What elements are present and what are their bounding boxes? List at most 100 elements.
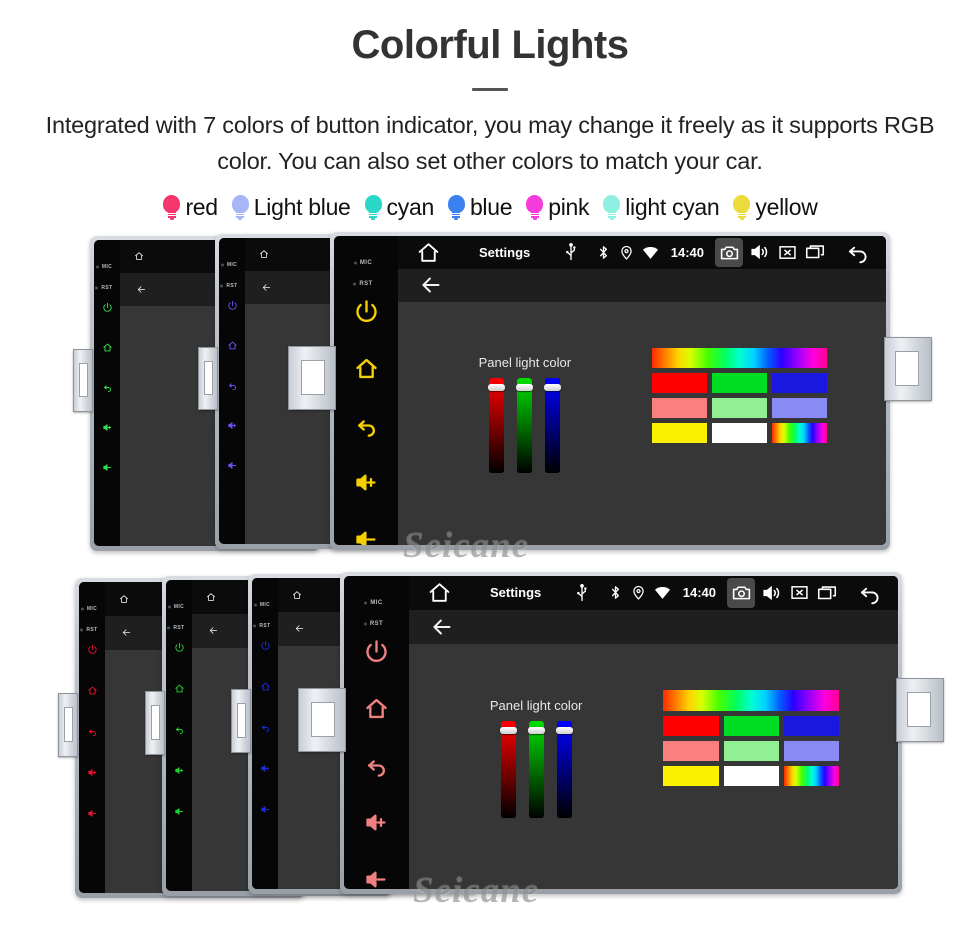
blue-slider[interactable] xyxy=(555,720,573,818)
swatch-lightgreen[interactable] xyxy=(723,741,779,762)
green-slider[interactable] xyxy=(516,378,534,474)
recents-icon[interactable] xyxy=(816,582,838,604)
close-box-icon[interactable] xyxy=(777,242,798,263)
home-button[interactable] xyxy=(174,683,185,694)
touch-screen[interactable]: Settings 14:40 Panel light color xyxy=(409,575,898,889)
red-slider[interactable] xyxy=(488,378,506,474)
spectrum-bar[interactable] xyxy=(663,690,840,712)
touch-screen[interactable]: Settings 14:40 Panel light color xyxy=(398,235,886,545)
home-button[interactable] xyxy=(363,695,390,722)
volume-down-button[interactable] xyxy=(363,866,390,889)
power-button[interactable] xyxy=(363,638,390,665)
slider-thumb[interactable] xyxy=(544,383,562,391)
swatch-salmon[interactable] xyxy=(663,741,719,762)
close-box-icon[interactable] xyxy=(789,582,810,603)
swatch-periwinkle[interactable] xyxy=(783,741,840,762)
volume-up-button[interactable] xyxy=(363,809,390,836)
volume-down-button[interactable] xyxy=(227,460,238,471)
location-icon xyxy=(618,244,635,261)
volume-up-button[interactable] xyxy=(353,469,380,496)
swatch-rainbow[interactable] xyxy=(772,423,828,443)
swatch-periwinkle[interactable] xyxy=(772,398,828,418)
back-arrow-icon[interactable] xyxy=(294,623,305,634)
home-icon[interactable] xyxy=(119,594,129,604)
home-button[interactable] xyxy=(260,681,271,692)
swatch-white[interactable] xyxy=(711,423,768,443)
blue-slider[interactable] xyxy=(544,378,562,474)
slider-thumb[interactable] xyxy=(516,383,534,391)
power-button[interactable] xyxy=(174,642,185,653)
volume-up-button[interactable] xyxy=(227,420,238,431)
red-slider[interactable] xyxy=(499,720,517,818)
home-icon[interactable] xyxy=(416,240,441,265)
home-icon[interactable] xyxy=(427,580,452,605)
volume-up-button[interactable] xyxy=(260,763,271,774)
home-button[interactable] xyxy=(353,355,380,382)
speaker-icon[interactable] xyxy=(749,241,771,263)
power-button[interactable] xyxy=(260,640,271,651)
swatch-blue[interactable] xyxy=(772,373,828,393)
slider-thumb[interactable] xyxy=(527,726,545,734)
volume-up-button[interactable] xyxy=(102,422,113,433)
home-icon[interactable] xyxy=(206,592,216,602)
back-arrow-icon[interactable] xyxy=(208,625,219,636)
reset-label: RST xyxy=(86,626,98,633)
back-button[interactable] xyxy=(227,380,238,391)
swatch-blue[interactable] xyxy=(783,716,840,737)
slider-track xyxy=(545,378,561,474)
back-arrow-icon[interactable] xyxy=(136,284,147,295)
volume-up-button[interactable] xyxy=(87,767,98,778)
home-button[interactable] xyxy=(87,685,98,696)
back-arrow-icon[interactable] xyxy=(845,239,871,265)
back-button[interactable] xyxy=(260,722,271,733)
home-icon[interactable] xyxy=(259,249,269,259)
home-button[interactable] xyxy=(102,342,113,353)
camera-icon xyxy=(719,242,740,263)
back-arrow-icon[interactable] xyxy=(121,627,132,638)
back-button[interactable] xyxy=(174,724,185,735)
volume-down-button[interactable] xyxy=(174,806,185,817)
back-arrow-icon[interactable] xyxy=(418,272,444,298)
swatch-salmon[interactable] xyxy=(651,398,707,418)
unit-pink[interactable]: MIC RST Settings 14:40 Panel light color Seic… xyxy=(298,571,944,911)
power-button[interactable] xyxy=(102,302,113,313)
unit-yellow[interactable]: MIC RST Settings 14:40 Panel light color Seic… xyxy=(288,231,932,566)
volume-up-button[interactable] xyxy=(174,765,185,776)
screenshot-button[interactable] xyxy=(715,237,743,267)
app-bar xyxy=(409,609,898,644)
back-button[interactable] xyxy=(353,412,380,439)
swatch-rainbow[interactable] xyxy=(783,766,840,787)
back-button[interactable] xyxy=(87,726,98,737)
swatch-lightgreen[interactable] xyxy=(711,398,768,418)
swatch-green[interactable] xyxy=(711,373,768,393)
slider-thumb[interactable] xyxy=(488,383,506,391)
home-button[interactable] xyxy=(227,340,238,351)
home-icon[interactable] xyxy=(292,590,302,600)
volume-down-button[interactable] xyxy=(102,462,113,473)
swatch-red[interactable] xyxy=(663,716,719,737)
swatch-red[interactable] xyxy=(651,373,707,393)
swatch-yellow[interactable] xyxy=(651,423,707,443)
power-button[interactable] xyxy=(87,644,98,655)
volume-down-button[interactable] xyxy=(353,526,380,545)
back-arrow-icon[interactable] xyxy=(429,614,455,640)
spectrum-bar[interactable] xyxy=(651,348,828,368)
back-arrow-icon[interactable] xyxy=(857,580,883,606)
green-slider[interactable] xyxy=(527,720,545,818)
slider-thumb[interactable] xyxy=(499,726,517,734)
recents-icon[interactable] xyxy=(804,241,826,263)
volume-down-button[interactable] xyxy=(260,804,271,815)
home-icon[interactable] xyxy=(134,251,144,261)
back-button[interactable] xyxy=(363,752,390,779)
slider-thumb[interactable] xyxy=(555,726,573,734)
power-button[interactable] xyxy=(227,300,238,311)
speaker-icon[interactable] xyxy=(761,582,783,604)
power-button[interactable] xyxy=(353,298,380,325)
swatch-white[interactable] xyxy=(723,766,779,787)
back-button[interactable] xyxy=(102,382,113,393)
swatch-green[interactable] xyxy=(723,716,779,737)
back-arrow-icon[interactable] xyxy=(261,282,272,293)
screenshot-button[interactable] xyxy=(727,577,755,608)
volume-down-button[interactable] xyxy=(87,808,98,819)
swatch-yellow[interactable] xyxy=(663,766,719,787)
